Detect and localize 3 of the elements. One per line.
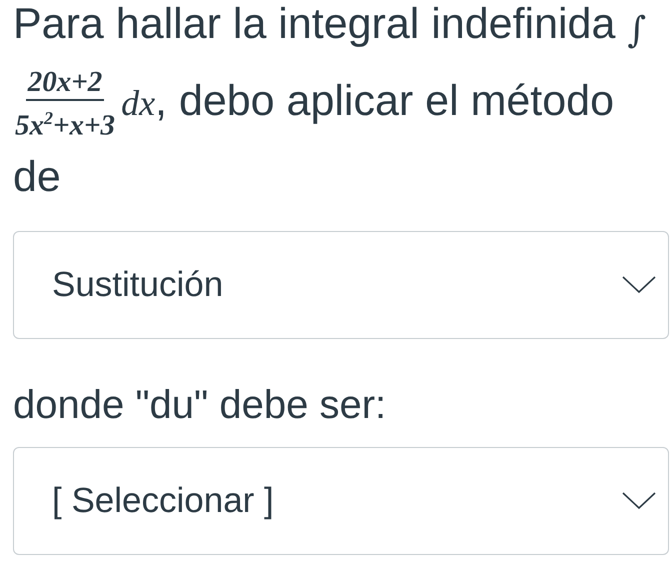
question-text: donde "du" debe ser:	[13, 382, 388, 427]
dropdown-select[interactable]: Sustitución	[13, 230, 669, 339]
dropdown-select[interactable]: [ Seleccionar ]	[13, 446, 669, 555]
